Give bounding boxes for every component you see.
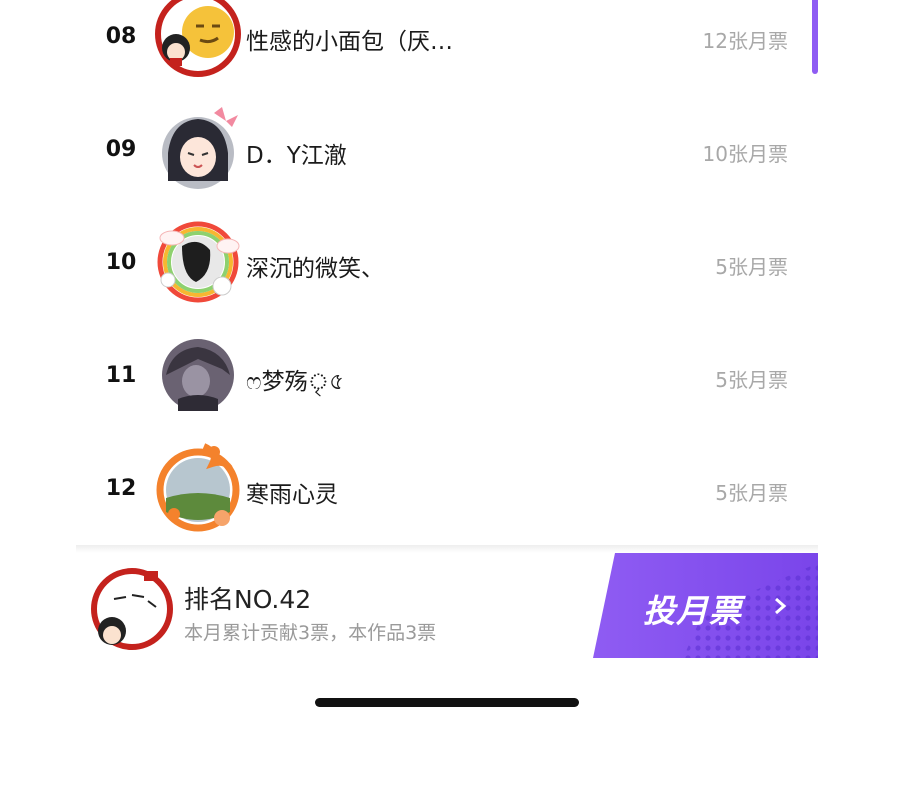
leaderboard-row[interactable]: 09 D．Y江澈 10张月票 — [0, 101, 900, 201]
ticket-count: 5张月票 — [715, 481, 788, 505]
rank-number: 11 — [105, 363, 137, 388]
ticket-count: 5张月票 — [715, 255, 788, 279]
rank-number: 08 — [105, 24, 137, 49]
ticket-count: 10张月票 — [702, 142, 788, 166]
ticket-count: 5张月票 — [715, 368, 788, 392]
rank-number: 09 — [105, 137, 137, 162]
vote-monthly-ticket-button[interactable]: 投月票 — [593, 553, 818, 658]
vote-button-label: 投月票 — [643, 592, 743, 630]
home-indicator[interactable] — [315, 698, 579, 707]
user-name: 性感的小面包（厌… — [246, 29, 453, 55]
rainbow-frame-avatar-icon — [152, 216, 244, 308]
anime-girl-avatar-icon — [152, 103, 244, 195]
my-contribution-text: 本月累计贡献3票，本作品3票 — [184, 622, 437, 644]
my-rank-text: 排名NO.42 — [184, 585, 312, 614]
dark-anime-avatar-icon — [152, 329, 244, 421]
ticket-count: 12张月票 — [702, 29, 788, 53]
chevron-right-icon — [775, 597, 787, 615]
smirk-emoji-avatar-icon — [152, 0, 244, 80]
user-name: D．Y江澈 — [246, 143, 347, 169]
user-name: ෆ梦殇ৃ৫ — [246, 369, 345, 395]
rank-number: 10 — [105, 250, 137, 275]
dragon-frame-avatar-icon — [152, 442, 244, 534]
user-avatar-icon — [86, 563, 178, 655]
leaderboard-row[interactable]: 12 寒雨心灵 5张月票 — [0, 440, 900, 540]
leaderboard-row[interactable]: 10 深沉的微笑、 5张月票 — [0, 214, 900, 314]
user-name: 寒雨心灵 — [246, 482, 338, 508]
user-name: 深沉的微笑、 — [246, 256, 384, 282]
leaderboard-row[interactable]: 08 性感的小面包（厌… 12张月票 — [0, 0, 900, 88]
leaderboard-row[interactable]: 11 ෆ梦殇ৃ৫ 5张月票 — [0, 327, 900, 427]
rank-number: 12 — [105, 476, 137, 501]
